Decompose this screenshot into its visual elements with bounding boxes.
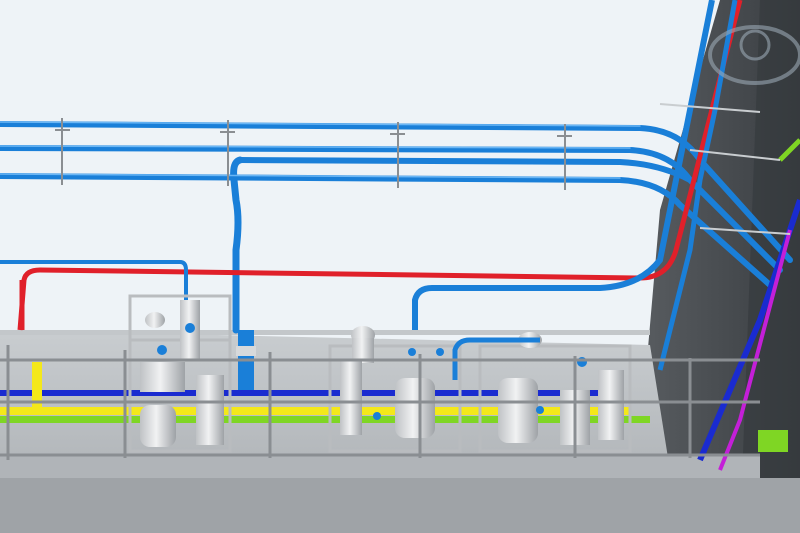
industrial-piping-3d-render — [0, 0, 800, 533]
green-pipe — [0, 416, 650, 423]
yellow-riser — [32, 362, 42, 412]
green-accent-block — [758, 430, 788, 452]
floor-front-band — [0, 478, 800, 533]
background-beam — [0, 330, 650, 335]
piping-render-canvas — [0, 0, 800, 533]
